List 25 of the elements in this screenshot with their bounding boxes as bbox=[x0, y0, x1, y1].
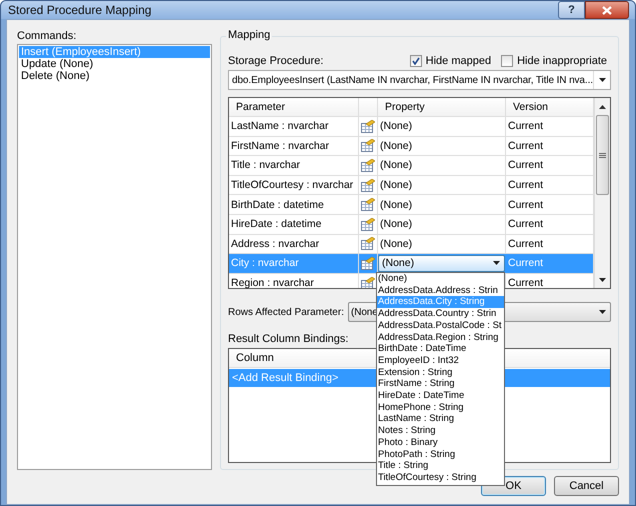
table-cell: (None) bbox=[378, 117, 506, 136]
table-cell: LastName : nvarchar bbox=[229, 117, 359, 136]
table-cell: (None) bbox=[378, 195, 506, 214]
table-cell: (None) bbox=[378, 214, 506, 234]
rows-affected-label: Rows Affected Parameter: bbox=[228, 306, 344, 318]
table-cell: City : nvarchar bbox=[229, 254, 359, 273]
table-cell: HireDate : datetime bbox=[229, 214, 359, 234]
group-title: Mapping bbox=[226, 29, 272, 41]
table-cell: (None) bbox=[378, 234, 506, 254]
table-cell: BirthDate : datetime bbox=[229, 195, 359, 214]
table-cell: FirstName : nvarchar bbox=[229, 136, 359, 156]
column-header: Parameter bbox=[229, 98, 359, 116]
commands-label: Commands: bbox=[17, 30, 76, 42]
table-cell: (None) bbox=[378, 156, 506, 175]
window-title: Stored Procedure Mapping bbox=[8, 3, 152, 17]
column-header: Property bbox=[378, 98, 506, 116]
table-cell: Address : nvarchar bbox=[229, 234, 359, 254]
storage-procedure-label: Storage Procedure: bbox=[228, 55, 324, 67]
table-cell: (None) bbox=[378, 176, 506, 194]
column-header: Column bbox=[236, 352, 274, 364]
table-cell: Region : nvarchar bbox=[229, 274, 359, 288]
table-cell: Title : nvarchar bbox=[229, 156, 359, 175]
result-bindings-label: Result Column Bindings: bbox=[228, 333, 348, 345]
table-cell: TitleOfCourtesy : nvarchar bbox=[229, 176, 359, 194]
table-cell: (None) bbox=[378, 136, 506, 156]
